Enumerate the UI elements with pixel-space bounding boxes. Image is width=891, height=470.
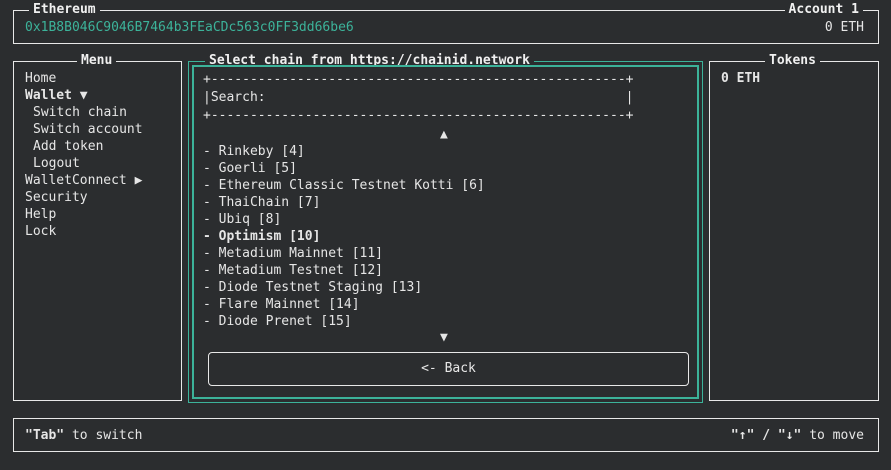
menu-item-logout[interactable]: Logout [33,155,80,172]
header-box: Ethereum Account 1 0x1B8B046C9046B7464b3… [13,2,879,44]
chain-item[interactable]: - Flare Mainnet [14] [203,296,683,313]
menu-item-help[interactable]: Help [25,206,56,223]
switch-hint-text: to switch [64,428,143,443]
scroll-down-icon[interactable]: ▼ [440,329,448,346]
chain-panel-inner-border: +---------------------------------------… [192,65,699,399]
footer-hints: "Tab" to switch "↑" / "↓" to move [13,418,879,452]
chain-select-panel: Select chain from https://chainid.networ… [188,53,703,403]
chain-item[interactable]: - Diode Testnet Staging [13] [203,279,683,296]
menu-item-add-token[interactable]: Add token [33,138,103,155]
menu-panel: Menu Home Wallet ▼ Switch chain Switch a… [13,53,182,401]
menu-item-lock[interactable]: Lock [25,223,56,240]
menu-item-home[interactable]: Home [25,70,56,87]
scroll-up-icon[interactable]: ▲ [440,126,448,143]
chain-item[interactable]: - Goerli [5] [203,160,683,177]
wallet-address: 0x1B8B046C9046B7464b3FEaCDc563c0FF3dd66b… [25,20,354,35]
account-title[interactable]: Account 1 [784,2,863,18]
tokens-panel: Tokens 0 ETH [709,53,879,401]
chain-item[interactable]: - Metadium Mainnet [11] [203,245,683,262]
back-button[interactable]: <- Back [208,352,689,386]
arrow-keys-label: "↑" / "↓" [730,428,802,443]
menu-item-switch-account[interactable]: Switch account [33,121,143,138]
chain-item[interactable]: - Ubiq [8] [203,211,683,228]
chain-item[interactable]: - Rinkeby [4] [203,143,683,160]
chain-item[interactable]: - Ethereum Classic Testnet Kotti [6] [203,177,683,194]
chain-item[interactable]: - Diode Prenet [15] [203,313,683,330]
menu-item-switch-chain[interactable]: Switch chain [33,104,127,121]
menu-item-walletconnect[interactable]: WalletConnect ▶ [25,172,142,189]
switch-hint: "Tab" to switch [25,427,142,444]
token-balance[interactable]: 0 ETH [721,70,760,87]
search-input[interactable]: |Search: | [203,89,633,106]
network-title: Ethereum [29,2,100,18]
tokens-title: Tokens [765,53,820,69]
chain-item[interactable]: - Optimism [10] [203,228,683,245]
chain-item[interactable]: - ThaiChain [7] [203,194,683,211]
search-border-top: +---------------------------------------… [203,72,634,87]
menu-item-wallet[interactable]: Wallet ▼ [25,87,88,104]
move-hint-text: to move [801,428,864,443]
chain-list: - Rinkeby [4] - Goerli [5] - Ethereum Clas… [203,143,683,330]
chain-item[interactable]: - Metadium Testnet [12] [203,262,683,279]
menu-title: Menu [77,53,117,69]
move-hint: "↑" / "↓" to move [731,427,864,444]
tab-key-label: "Tab" [25,428,65,443]
account-balance: 0 ETH [824,20,864,35]
search-border-bottom: +---------------------------------------… [203,108,634,123]
menu-item-security[interactable]: Security [25,189,88,206]
